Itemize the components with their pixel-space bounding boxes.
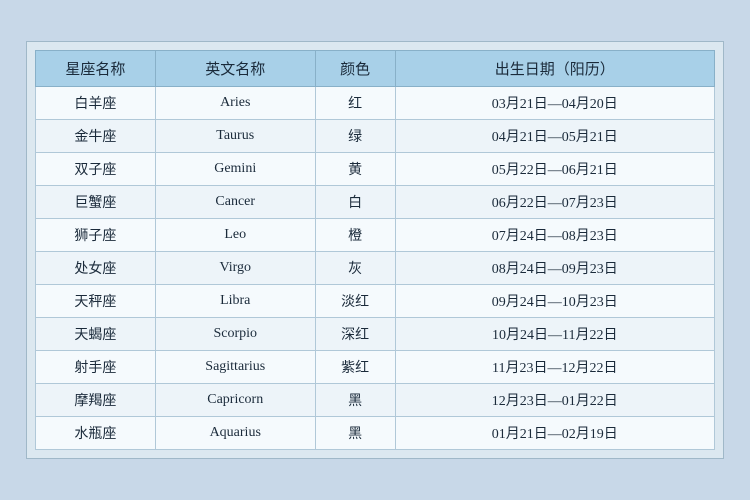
header-date: 出生日期（阳历） [395,51,714,87]
cell-date: 10月24日—11月22日 [395,318,714,351]
cell-chinese: 处女座 [36,252,156,285]
table-row: 金牛座Taurus绿04月21日—05月21日 [36,120,715,153]
cell-date: 03月21日—04月20日 [395,87,714,120]
table-row: 天秤座Libra淡红09月24日—10月23日 [36,285,715,318]
cell-chinese: 射手座 [36,351,156,384]
table-wrapper: 星座名称 英文名称 颜色 出生日期（阳历） 白羊座Aries红03月21日—04… [26,41,724,459]
cell-english: Aquarius [155,417,315,450]
cell-chinese: 金牛座 [36,120,156,153]
cell-color: 黑 [315,384,395,417]
cell-date: 12月23日—01月22日 [395,384,714,417]
cell-date: 06月22日—07月23日 [395,186,714,219]
cell-color: 紫红 [315,351,395,384]
cell-english: Gemini [155,153,315,186]
cell-english: Aries [155,87,315,120]
table-body: 白羊座Aries红03月21日—04月20日金牛座Taurus绿04月21日—0… [36,87,715,450]
table-row: 白羊座Aries红03月21日—04月20日 [36,87,715,120]
cell-english: Leo [155,219,315,252]
table-row: 水瓶座Aquarius黑01月21日—02月19日 [36,417,715,450]
cell-chinese: 天蝎座 [36,318,156,351]
cell-date: 11月23日—12月22日 [395,351,714,384]
cell-date: 01月21日—02月19日 [395,417,714,450]
table-row: 天蝎座Scorpio深红10月24日—11月22日 [36,318,715,351]
cell-color: 橙 [315,219,395,252]
cell-english: Cancer [155,186,315,219]
table-row: 双子座Gemini黄05月22日—06月21日 [36,153,715,186]
cell-date: 09月24日—10月23日 [395,285,714,318]
cell-color: 黄 [315,153,395,186]
cell-color: 淡红 [315,285,395,318]
cell-chinese: 摩羯座 [36,384,156,417]
cell-chinese: 水瓶座 [36,417,156,450]
table-row: 处女座Virgo灰08月24日—09月23日 [36,252,715,285]
table-row: 巨蟹座Cancer白06月22日—07月23日 [36,186,715,219]
header-color: 颜色 [315,51,395,87]
cell-english: Taurus [155,120,315,153]
cell-date: 05月22日—06月21日 [395,153,714,186]
cell-date: 08月24日—09月23日 [395,252,714,285]
cell-color: 黑 [315,417,395,450]
cell-chinese: 白羊座 [36,87,156,120]
cell-chinese: 双子座 [36,153,156,186]
cell-color: 红 [315,87,395,120]
cell-color: 绿 [315,120,395,153]
cell-english: Capricorn [155,384,315,417]
header-english: 英文名称 [155,51,315,87]
cell-english: Libra [155,285,315,318]
cell-color: 深红 [315,318,395,351]
cell-english: Sagittarius [155,351,315,384]
table-row: 射手座Sagittarius紫红11月23日—12月22日 [36,351,715,384]
table-row: 狮子座Leo橙07月24日—08月23日 [36,219,715,252]
cell-english: Scorpio [155,318,315,351]
cell-color: 白 [315,186,395,219]
table-header-row: 星座名称 英文名称 颜色 出生日期（阳历） [36,51,715,87]
cell-chinese: 狮子座 [36,219,156,252]
cell-chinese: 天秤座 [36,285,156,318]
cell-color: 灰 [315,252,395,285]
table-row: 摩羯座Capricorn黑12月23日—01月22日 [36,384,715,417]
header-chinese: 星座名称 [36,51,156,87]
cell-english: Virgo [155,252,315,285]
zodiac-table: 星座名称 英文名称 颜色 出生日期（阳历） 白羊座Aries红03月21日—04… [35,50,715,450]
cell-date: 07月24日—08月23日 [395,219,714,252]
cell-chinese: 巨蟹座 [36,186,156,219]
cell-date: 04月21日—05月21日 [395,120,714,153]
